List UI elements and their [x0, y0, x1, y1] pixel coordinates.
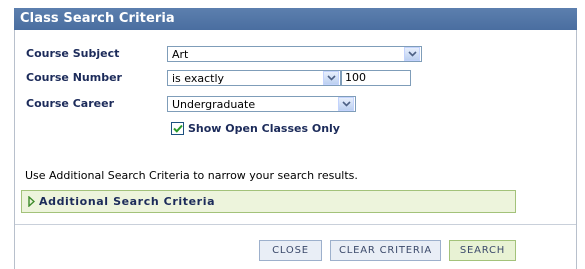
chevron-down-icon[interactable] — [404, 47, 420, 61]
triangle-right-icon — [28, 196, 35, 207]
open-classes-checkbox-row[interactable]: Show Open Classes Only — [171, 122, 340, 135]
additional-criteria-hint: Use Additional Search Criteria to narrow… — [25, 169, 358, 182]
course-subject-value: Art — [172, 47, 189, 61]
course-number-input[interactable]: 100 — [341, 70, 411, 86]
footer-divider — [15, 224, 576, 225]
course-career-value: Undergraduate — [172, 97, 256, 111]
open-classes-label: Show Open Classes Only — [188, 122, 340, 135]
panel-title: Class Search Criteria — [14, 8, 577, 30]
open-classes-checkbox[interactable] — [171, 122, 184, 135]
search-button[interactable]: Search — [449, 240, 516, 261]
clear-criteria-button[interactable]: Clear Criteria — [330, 240, 441, 261]
course-career-label: Course Career — [26, 96, 114, 110]
course-number-operator-select[interactable]: is exactly — [167, 70, 341, 86]
course-number-row: Course Number — [26, 68, 122, 86]
course-number-label: Course Number — [26, 70, 122, 84]
course-subject-row: Course Subject — [26, 44, 119, 62]
course-subject-select[interactable]: Art — [167, 46, 422, 62]
class-search-panel: Class Search Criteria Course Subject Art… — [14, 8, 577, 269]
additional-search-criteria-label: Additional Search Criteria — [39, 195, 216, 208]
chevron-down-icon[interactable] — [323, 71, 339, 85]
additional-search-criteria-toggle[interactable]: Additional Search Criteria — [21, 190, 516, 213]
close-button[interactable]: Close — [259, 240, 322, 261]
course-career-select[interactable]: Undergraduate — [167, 96, 356, 112]
course-career-row: Course Career — [26, 94, 114, 112]
chevron-down-icon[interactable] — [338, 97, 354, 111]
checkmark-icon — [172, 124, 183, 133]
course-subject-label: Course Subject — [26, 46, 120, 60]
course-number-operator-value: is exactly — [172, 71, 225, 85]
